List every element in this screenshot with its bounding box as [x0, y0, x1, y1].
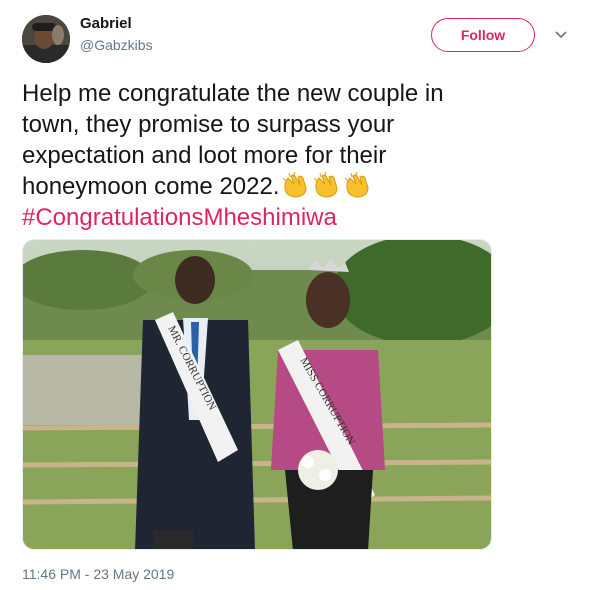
follow-button[interactable]: Follow [431, 18, 535, 52]
tweet-body: Help me congratulate the new couple in t… [22, 80, 444, 200]
clapping-hands-icon [344, 172, 369, 198]
author-handle[interactable]: @Gabzkibs [80, 37, 153, 53]
clap-emoji-group [280, 172, 373, 200]
author-avatar[interactable] [22, 15, 70, 63]
tweet-text: Help me congratulate the new couple in t… [22, 78, 582, 233]
clapping-hands-icon [282, 172, 307, 198]
hashtag-link[interactable]: #CongratulationsMheshimiwa [22, 204, 337, 231]
author-name[interactable]: Gabriel [80, 15, 132, 32]
tweet-photo[interactable]: MR. CORRUPTION MISS CORRUPTION [22, 239, 492, 550]
photo-image: MR. CORRUPTION MISS CORRUPTION [23, 240, 491, 549]
clapping-hands-icon [313, 172, 338, 198]
tweet-timestamp[interactable]: 11:46 PM - 23 May 2019 [22, 566, 174, 582]
chevron-down-icon[interactable] [552, 26, 570, 44]
avatar-image [22, 15, 70, 63]
